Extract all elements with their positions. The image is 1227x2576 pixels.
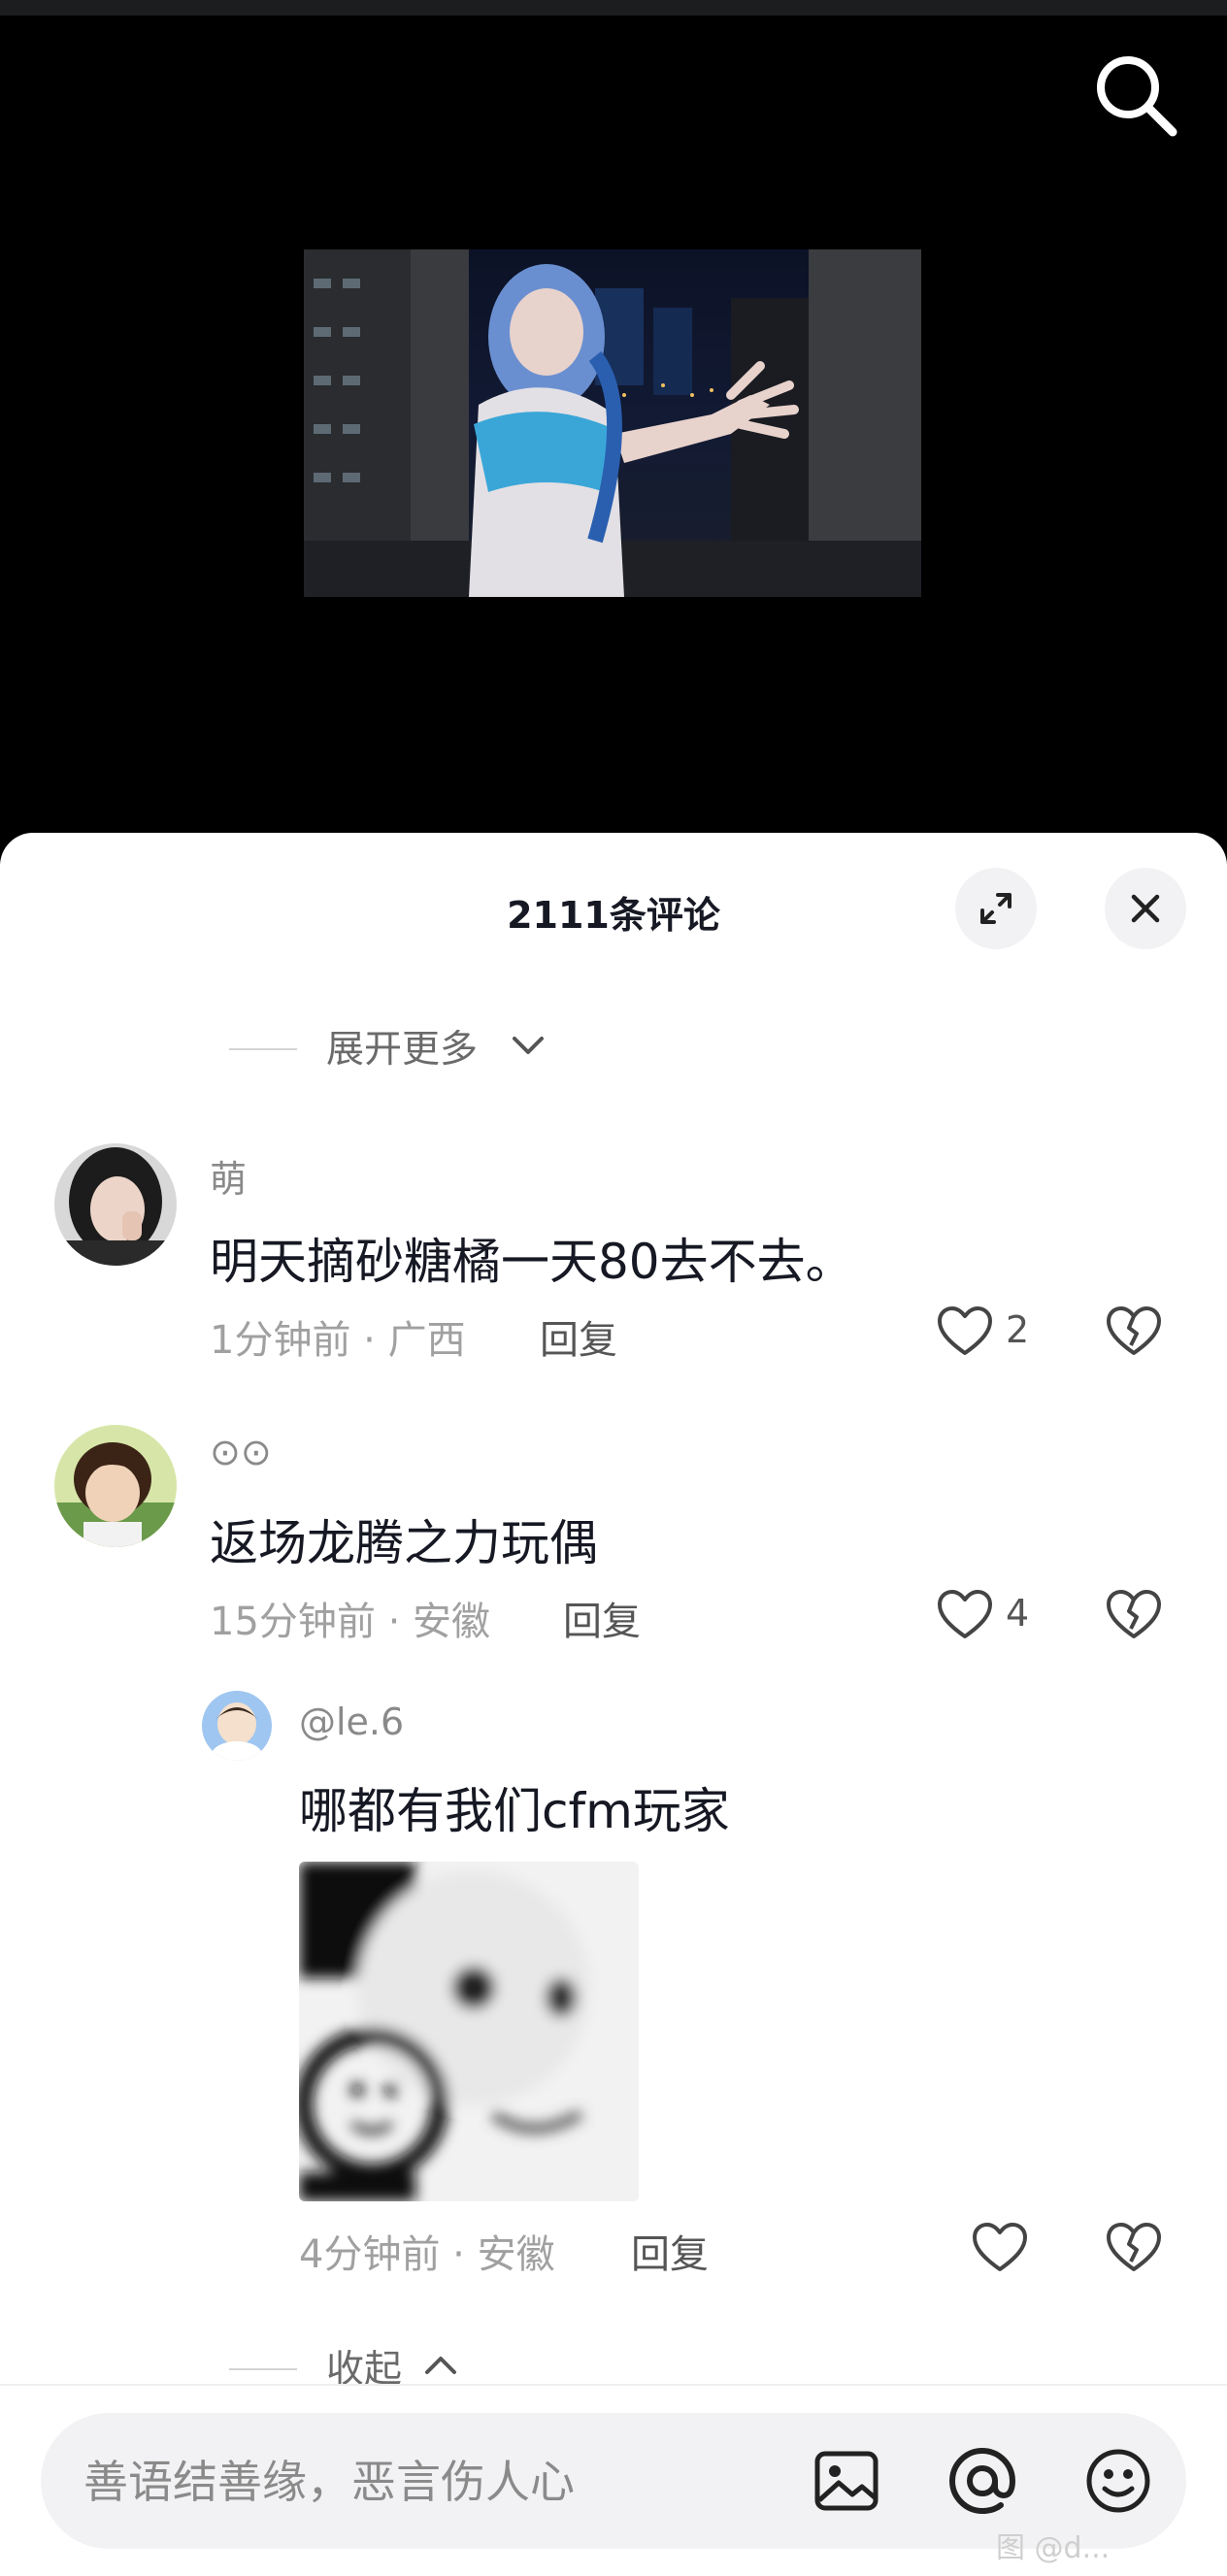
broken-heart-icon <box>1107 1306 1161 1355</box>
avatar-image <box>202 1691 272 1761</box>
status-strip <box>0 0 1227 16</box>
video-thumbnail <box>304 249 921 597</box>
broken-heart-icon <box>1107 1590 1161 1638</box>
chevron-down-icon <box>513 1037 544 1054</box>
dislike-button[interactable] <box>1105 1303 1163 1361</box>
avatar-image <box>54 1143 177 1266</box>
image-button[interactable] <box>808 2442 885 2520</box>
reply-button[interactable]: 回复 <box>540 1308 617 1365</box>
comment-input-bar: 图 @d... <box>0 2384 1227 2576</box>
divider-line <box>229 2368 297 2370</box>
divider-line <box>229 1048 297 1050</box>
comment-time-location: 1分钟前 · 广西 <box>210 1318 466 1363</box>
emoji-button[interactable] <box>1079 2442 1157 2520</box>
comments-sheet: 2111条评论 展开更多 萌 明天摘砂糖橘一天80去不去。 1分钟前 · 广西 … <box>0 833 1227 2576</box>
watermark: 图 @d... <box>996 2531 1111 2565</box>
reply-time-location: 4分钟前 · 安徽 <box>299 2232 555 2277</box>
reply-image[interactable] <box>299 1862 639 2201</box>
comment-text: 返场龙腾之力玩偶 <box>210 1515 598 1571</box>
like-button[interactable]: 4 <box>936 1584 1033 1642</box>
chevron-up-icon <box>425 2357 456 2374</box>
image-icon <box>814 2451 879 2511</box>
avatar[interactable] <box>54 1425 177 1547</box>
heart-icon <box>938 1306 992 1355</box>
comment-username[interactable]: ⊙⊙ <box>210 1431 272 1473</box>
reply-text: 哪都有我们cfm玩家 <box>299 1783 730 1839</box>
avatar[interactable] <box>202 1691 272 1761</box>
reply-button[interactable]: 回复 <box>563 1590 641 1646</box>
reply-button[interactable]: 回复 <box>631 2223 709 2279</box>
close-icon <box>1131 894 1160 923</box>
comment-time-location: 15分钟前 · 安徽 <box>210 1600 491 1644</box>
comment-text: 明天摘砂糖橘一天80去不去。 <box>210 1234 854 1290</box>
heart-icon <box>973 2223 1027 2271</box>
avatar-image <box>54 1425 177 1547</box>
dislike-button[interactable] <box>1105 2219 1163 2277</box>
close-button[interactable] <box>1105 868 1186 949</box>
heart-icon <box>938 1590 992 1638</box>
comment-input[interactable] <box>82 2442 823 2522</box>
like-count: 4 <box>1006 1592 1030 1635</box>
search-icon <box>1097 56 1177 137</box>
video-frame[interactable] <box>304 249 921 597</box>
reply-username[interactable]: @le.6 <box>299 1701 404 1743</box>
comments-title: 2111条评论 <box>507 894 720 937</box>
broken-heart-icon <box>1107 2223 1161 2271</box>
reply-image-content <box>299 1862 639 2201</box>
expand-more-label: 展开更多 <box>326 1028 479 1072</box>
expand-icon <box>980 893 1011 924</box>
search-button[interactable] <box>1087 47 1184 144</box>
at-icon <box>948 2447 1016 2515</box>
dislike-button[interactable] <box>1105 1586 1163 1644</box>
mention-button[interactable] <box>944 2442 1021 2520</box>
comment-username[interactable]: 萌 <box>210 1149 247 1203</box>
like-button[interactable]: 2 <box>936 1301 1033 1359</box>
avatar[interactable] <box>54 1143 177 1266</box>
like-button[interactable] <box>971 2217 1048 2275</box>
emoji-icon <box>1086 2449 1150 2513</box>
like-count: 2 <box>1006 1308 1030 1351</box>
expand-button[interactable] <box>955 868 1037 949</box>
